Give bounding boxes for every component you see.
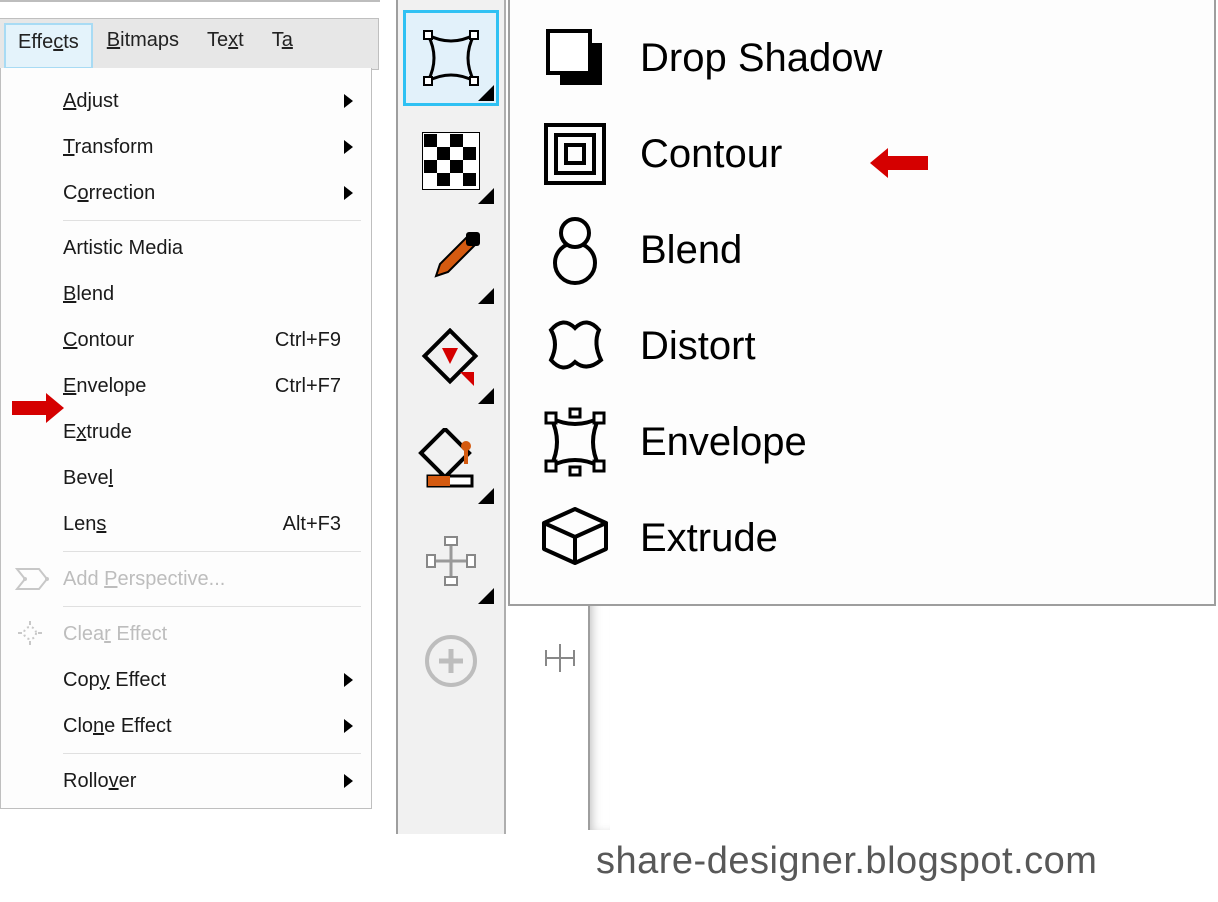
menu-separator [63,220,361,221]
menu-item-transform[interactable]: Transform [1,124,371,170]
menu-item-label: Adjust [63,90,371,113]
menu-separator [63,606,361,607]
menu-item-correction[interactable]: Correction [1,170,371,216]
extrude-icon [536,503,614,573]
flyout-indicator-icon [478,488,494,504]
watermark-text: share-designer.blogspot.com [596,840,1097,883]
submenu-arrow-icon [344,673,353,687]
toolbox [396,0,506,834]
flyout-item-contour[interactable]: Contour [510,106,1214,202]
flyout-item-label: Drop Shadow [640,36,882,81]
flyout-item-label: Distort [640,324,756,369]
flyout-indicator-icon [478,288,494,304]
menu-item-blend[interactable]: Blend [1,271,371,317]
menu-item-label: Correction [63,182,371,205]
menu-item-copy-effect[interactable]: Copy Effect [1,657,371,703]
menu-item-label: Bevel [63,467,371,490]
submenu-arrow-icon [344,94,353,108]
envelope-icon [539,406,611,478]
envelope-tool-icon [418,25,484,91]
ruler-marker-icon [540,638,580,678]
menu-item-add-perspective: Add Perspective... [1,556,371,602]
menu-separator [63,551,361,552]
menu-item-shortcut: Ctrl+F7 [275,375,371,398]
menu-effects[interactable]: Effects [4,23,93,69]
menu-item-label: Contour [63,329,275,352]
annotation-arrow-contour [870,148,928,178]
perspective-icon [15,565,49,593]
submenu-arrow-icon [344,186,353,200]
flyout-item-envelope[interactable]: Envelope [510,394,1214,490]
menu-bitmaps[interactable]: Bitmaps [93,19,193,69]
drop-shadow-icon [540,23,610,93]
tool-envelope[interactable] [403,10,499,106]
menu-item-shortcut: Ctrl+F9 [275,329,371,352]
menu-item-shortcut: Alt+F3 [283,513,371,536]
tool-transparency[interactable] [406,116,496,206]
flyout-indicator-icon [478,588,494,604]
menu-item-adjust[interactable]: Adjust [1,78,371,124]
flyout-item-distort[interactable]: Distort [510,298,1214,394]
menu-item-label: Add Perspective... [63,568,371,591]
menu-item-label: Artistic Media [63,237,371,260]
tool-zoom[interactable] [406,616,496,706]
effects-dropdown: Adjust Transform Correction Artistic Med… [0,68,372,809]
menu-item-clear-effect: Clear Effect [1,611,371,657]
interactive-tools-flyout: Drop Shadow Contour Blend Distort [508,0,1216,606]
menu-item-artistic-media[interactable]: Artistic Media [1,225,371,271]
flyout-item-extrude[interactable]: Extrude [510,490,1214,586]
fill-tool-icon [418,428,484,494]
menu-item-label: Clone Effect [63,715,371,738]
tool-outline[interactable] [406,316,496,406]
outline-tool-icon [418,328,484,394]
flyout-item-label: Blend [640,228,742,273]
menu-item-rollover[interactable]: Rollover [1,758,371,804]
clear-effect-icon [16,619,48,649]
menu-item-label: Rollover [63,770,371,793]
zoom-tool-icon [421,631,481,691]
flyout-indicator-icon [478,388,494,404]
menu-item-bevel[interactable]: Bevel [1,455,371,501]
submenu-arrow-icon [344,774,353,788]
menu-item-contour[interactable]: Contour Ctrl+F9 [1,317,371,363]
flyout-indicator-icon [478,85,494,101]
flyout-item-label: Contour [640,132,782,177]
menu-item-label: Lens [63,513,283,536]
flyout-item-blend[interactable]: Blend [510,202,1214,298]
menu-item-label: Copy Effect [63,669,371,692]
transparency-tool-icon [422,132,480,190]
interactive-fill-tool-icon [422,532,480,590]
tool-fill[interactable] [406,416,496,506]
menu-item-label: Envelope [63,375,275,398]
menu-item-label: Clear Effect [63,623,371,646]
flyout-indicator-icon [478,188,494,204]
eyedropper-tool-icon [418,228,484,294]
top-border [0,0,380,2]
menu-item-clone-effect[interactable]: Clone Effect [1,703,371,749]
menu-text[interactable]: Text [193,19,258,69]
submenu-arrow-icon [344,140,353,154]
distort-icon [539,310,611,382]
menu-table-partial[interactable]: Ta [258,19,307,69]
tool-eyedropper[interactable] [406,216,496,306]
flyout-item-label: Envelope [640,420,807,465]
menu-item-lens[interactable]: Lens Alt+F3 [1,501,371,547]
flyout-item-drop-shadow[interactable]: Drop Shadow [510,10,1214,106]
submenu-arrow-icon [344,719,353,733]
tool-interactive-fill[interactable] [406,516,496,606]
flyout-item-label: Extrude [640,516,778,561]
menubar: Effects Bitmaps Text Ta [0,18,379,70]
menu-item-label: Transform [63,136,371,159]
menu-separator [63,753,361,754]
menu-item-label: Extrude [63,421,371,444]
annotation-arrow-envelope [12,393,64,423]
contour-icon [540,119,610,189]
menu-item-label: Blend [63,283,371,306]
blend-icon [540,213,610,287]
